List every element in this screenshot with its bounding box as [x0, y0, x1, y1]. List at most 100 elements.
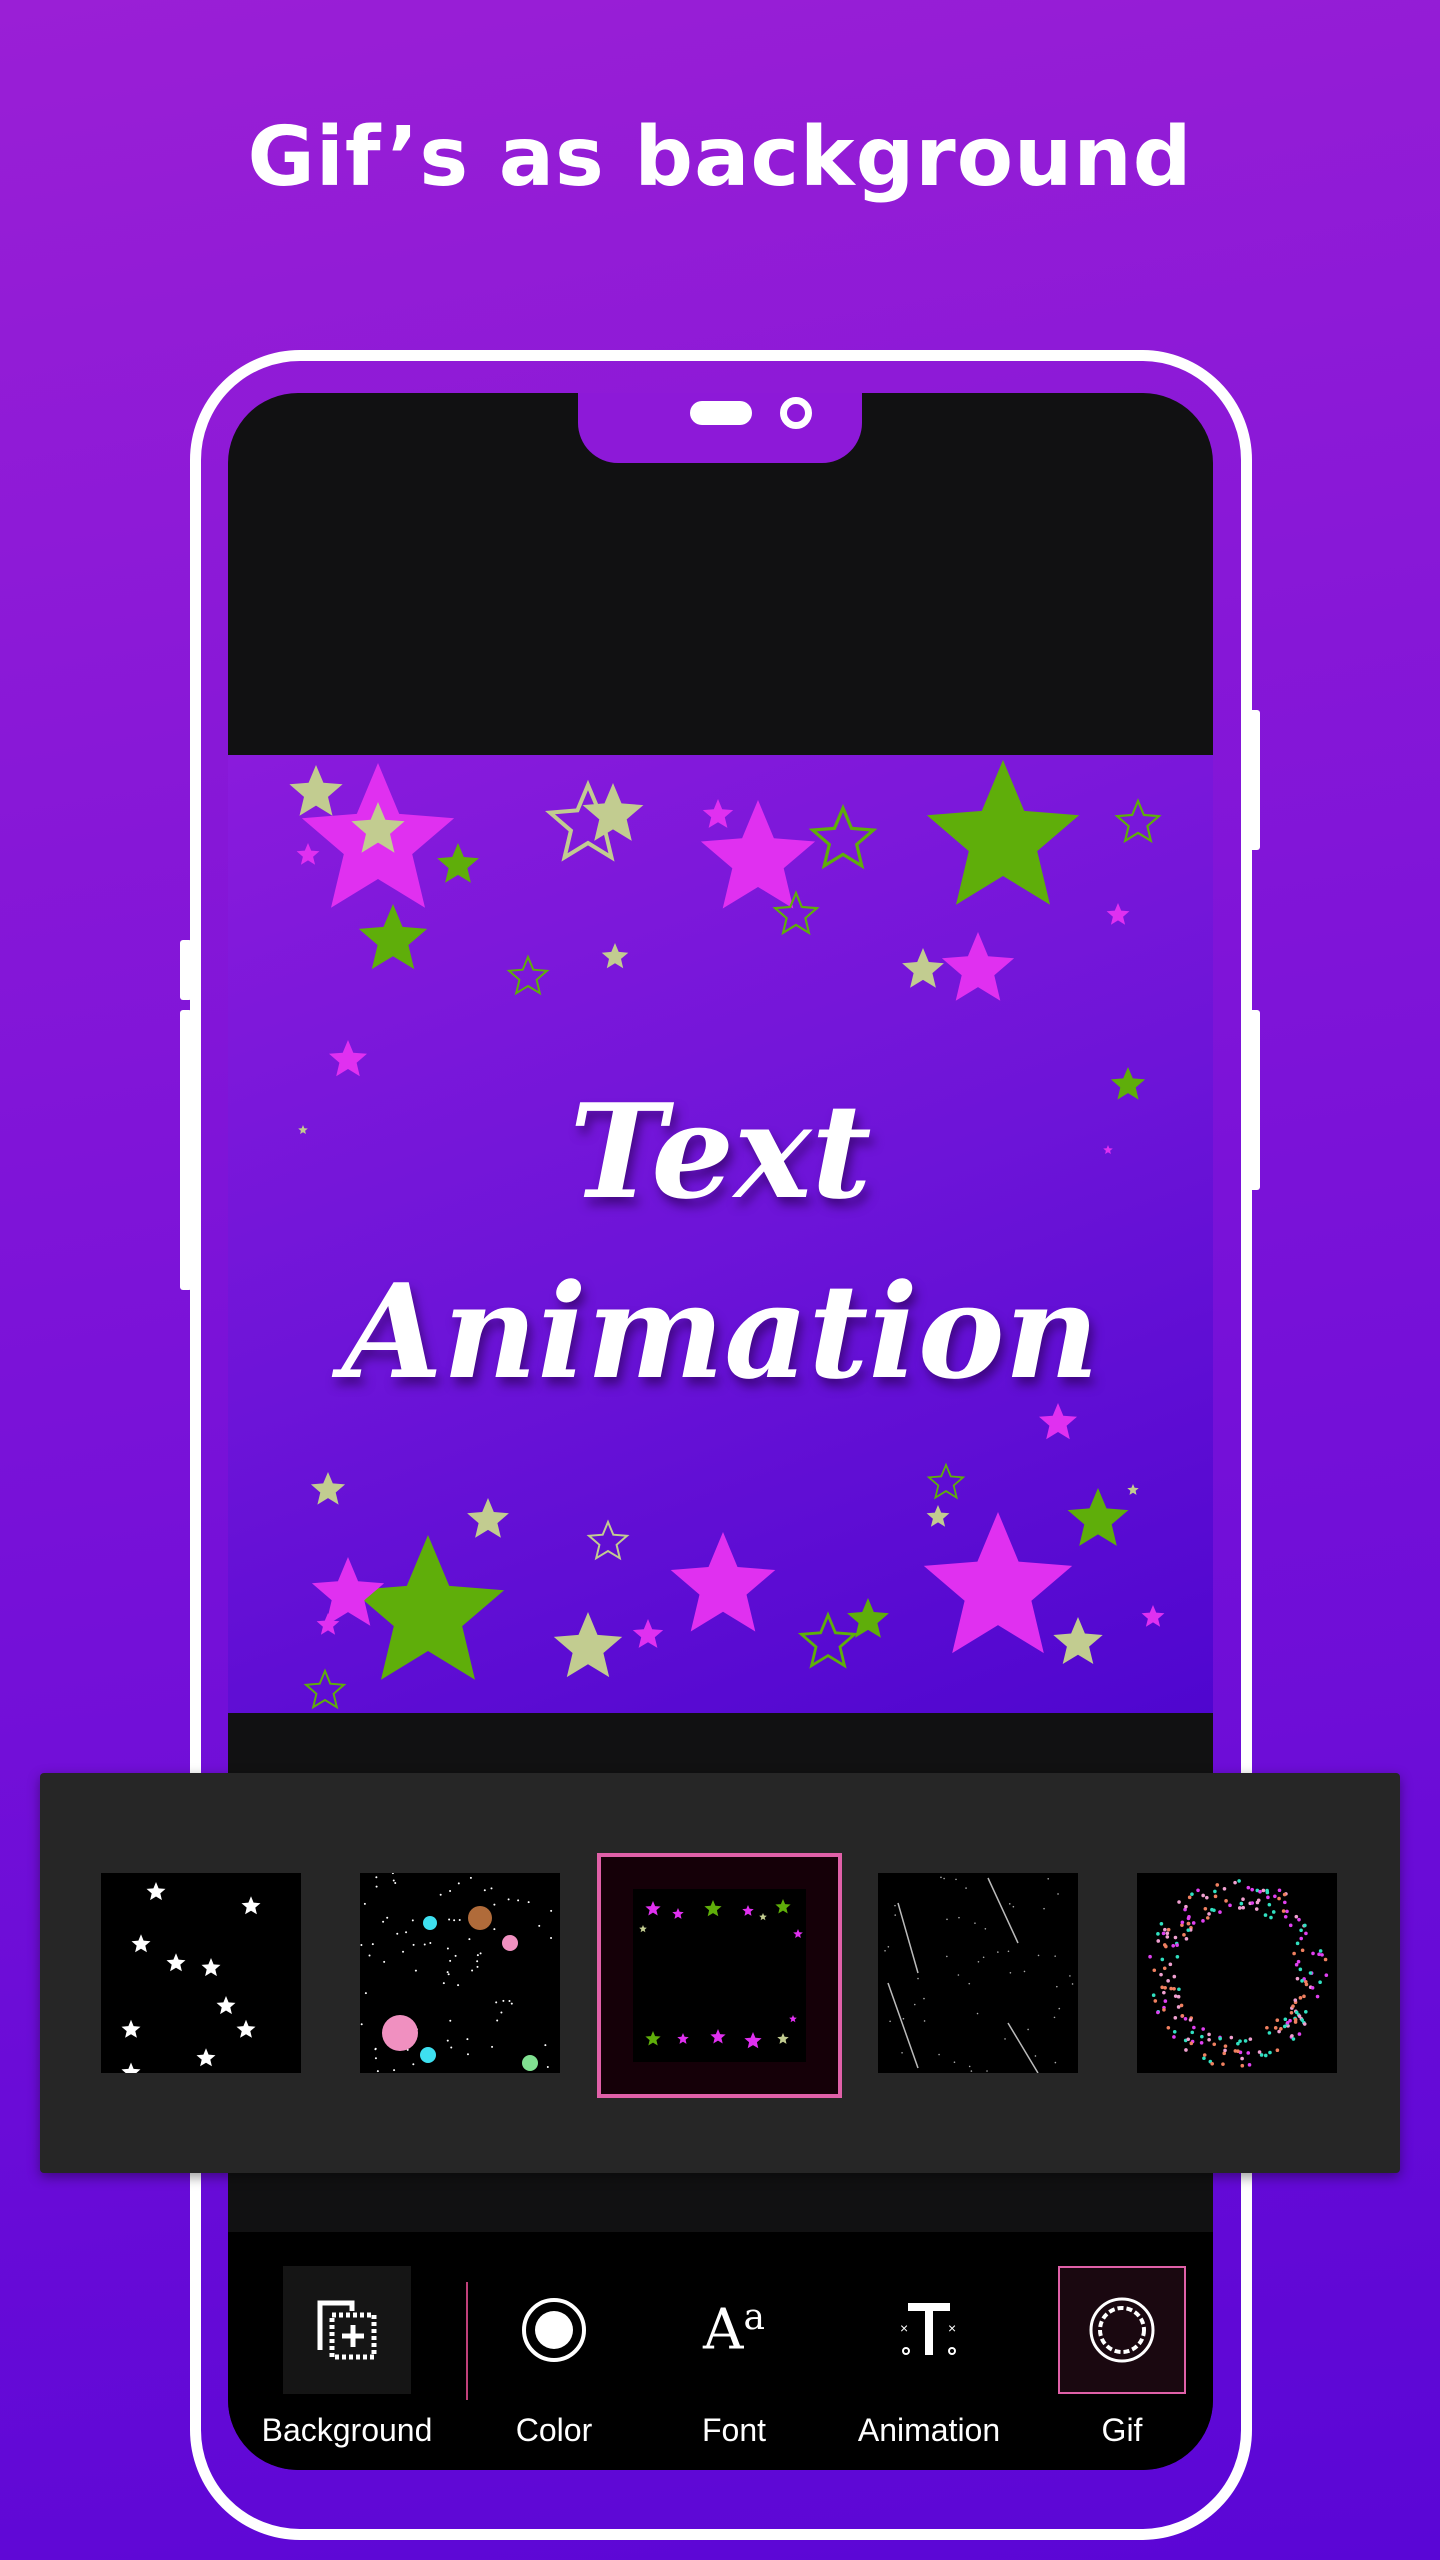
particle: [923, 1997, 925, 2000]
star-shape: [166, 1953, 186, 1972]
particle: [1271, 1910, 1276, 1914]
gif-thumb-confetti-ring[interactable]: [1137, 1873, 1337, 2073]
particle: [527, 1901, 530, 1904]
particle: [491, 2045, 494, 2048]
particle: [1233, 1880, 1237, 1885]
particle: [1173, 1994, 1178, 1998]
particle: [1273, 2026, 1278, 2030]
particle: [368, 1954, 371, 1957]
star-shape: [923, 1512, 1073, 1654]
tool-gif[interactable]: Gif: [1058, 2266, 1186, 2449]
color-circle-icon: [490, 2266, 618, 2394]
particle: [363, 1902, 366, 1905]
gif-thumb-stars-frame-selected[interactable]: [597, 1853, 842, 2098]
svg-text:×: ×: [900, 2320, 908, 2336]
particle: [1241, 1905, 1246, 1910]
particle: [953, 2061, 956, 2063]
particle: [1273, 1894, 1277, 1899]
star-shape: [296, 843, 320, 865]
phone-side-button: [1248, 1010, 1260, 1190]
tool-background[interactable]: Background: [262, 2266, 432, 2449]
particle: [1186, 1921, 1191, 1926]
star-shape: [1053, 1617, 1103, 1664]
particle: [1212, 2042, 1217, 2047]
particle: [538, 1924, 541, 1927]
star-shape: [310, 1472, 346, 1505]
star-shape: [704, 1900, 722, 1917]
particle: [1320, 1953, 1324, 1957]
tool-animation[interactable]: × × Animation: [858, 2266, 1000, 2449]
gif-thumb-shooting-stars[interactable]: [878, 1873, 1078, 2074]
particle: [1266, 1895, 1270, 1900]
star-shape: [1067, 1488, 1129, 1546]
particle: [466, 2053, 469, 2056]
particle: [1263, 2053, 1268, 2058]
particle: [468, 1906, 492, 1930]
particle: [1282, 2024, 1287, 2029]
star-shape: [672, 1908, 684, 1919]
particle: [1300, 1948, 1305, 1953]
gif-thumb-sparkles[interactable]: [101, 1873, 301, 2081]
star-shape: [236, 2019, 256, 2038]
particle: [458, 1919, 461, 1922]
tool-color[interactable]: Color: [490, 2266, 618, 2449]
particle: [1205, 1895, 1209, 1900]
star-shape: [1114, 798, 1162, 844]
particle: [1254, 1907, 1259, 1911]
particle: [1186, 1928, 1191, 1932]
particle: [1282, 1892, 1287, 1897]
particle: [1159, 1972, 1163, 1977]
particle: [1165, 1931, 1170, 1936]
star-shape: [926, 760, 1080, 905]
phone-side-button: [180, 1010, 192, 1290]
star-shape: [847, 1598, 889, 1638]
particle: [1202, 2053, 1207, 2057]
particle: [411, 1919, 414, 1922]
particle: [1168, 1962, 1173, 1967]
particle: [1241, 1897, 1245, 1902]
shooting-star: [897, 1902, 919, 1974]
particle: [1304, 2009, 1308, 2014]
particle: [383, 1960, 386, 1963]
particle: [1277, 1888, 1282, 1893]
star-shape: [437, 843, 479, 883]
particle: [496, 2019, 499, 2022]
particle: [439, 1893, 442, 1896]
particle: [1007, 1950, 1010, 1953]
star-shape: [241, 1896, 261, 1915]
particle: [412, 2063, 415, 2066]
gif-thumb-planets[interactable]: [360, 1872, 560, 2073]
gif-ring-icon: [1058, 2266, 1186, 2394]
particle: [957, 1974, 960, 1976]
particle: [1043, 1907, 1045, 1910]
star-shape: [902, 948, 944, 988]
particle: [423, 1916, 437, 1930]
particle: [1164, 1944, 1168, 1949]
particle: [965, 1887, 967, 1889]
particle: [453, 1919, 456, 1922]
particle: [1160, 1985, 1164, 1990]
particle: [1153, 1999, 1158, 2003]
particle: [446, 2039, 449, 2042]
particle: [1012, 1905, 1015, 1908]
particle: [360, 1943, 363, 1946]
particle: [889, 2020, 891, 2023]
tool-font[interactable]: Aa Font: [670, 2266, 798, 2449]
particle: [1212, 1908, 1216, 1913]
particle: [1207, 2032, 1211, 2037]
bottom-toolbar: Background Color Aa Font × × Animation Gi…: [228, 2232, 1213, 2470]
particle: [471, 1969, 474, 1972]
particle: [1315, 1994, 1320, 1999]
star-shape: [645, 1901, 661, 1916]
particle: [1172, 2029, 1177, 2034]
particle: [1027, 2028, 1029, 2031]
particle: [913, 2003, 916, 2006]
animation-preview[interactable]: Text Animation: [228, 755, 1213, 1713]
particle: [1213, 1894, 1218, 1899]
particle: [1240, 2063, 1245, 2068]
particle: [1289, 2010, 1294, 2015]
star-shape: [808, 803, 878, 870]
phone-side-button: [180, 940, 192, 1000]
particle: [887, 1946, 890, 1948]
particle: [500, 2011, 503, 2014]
